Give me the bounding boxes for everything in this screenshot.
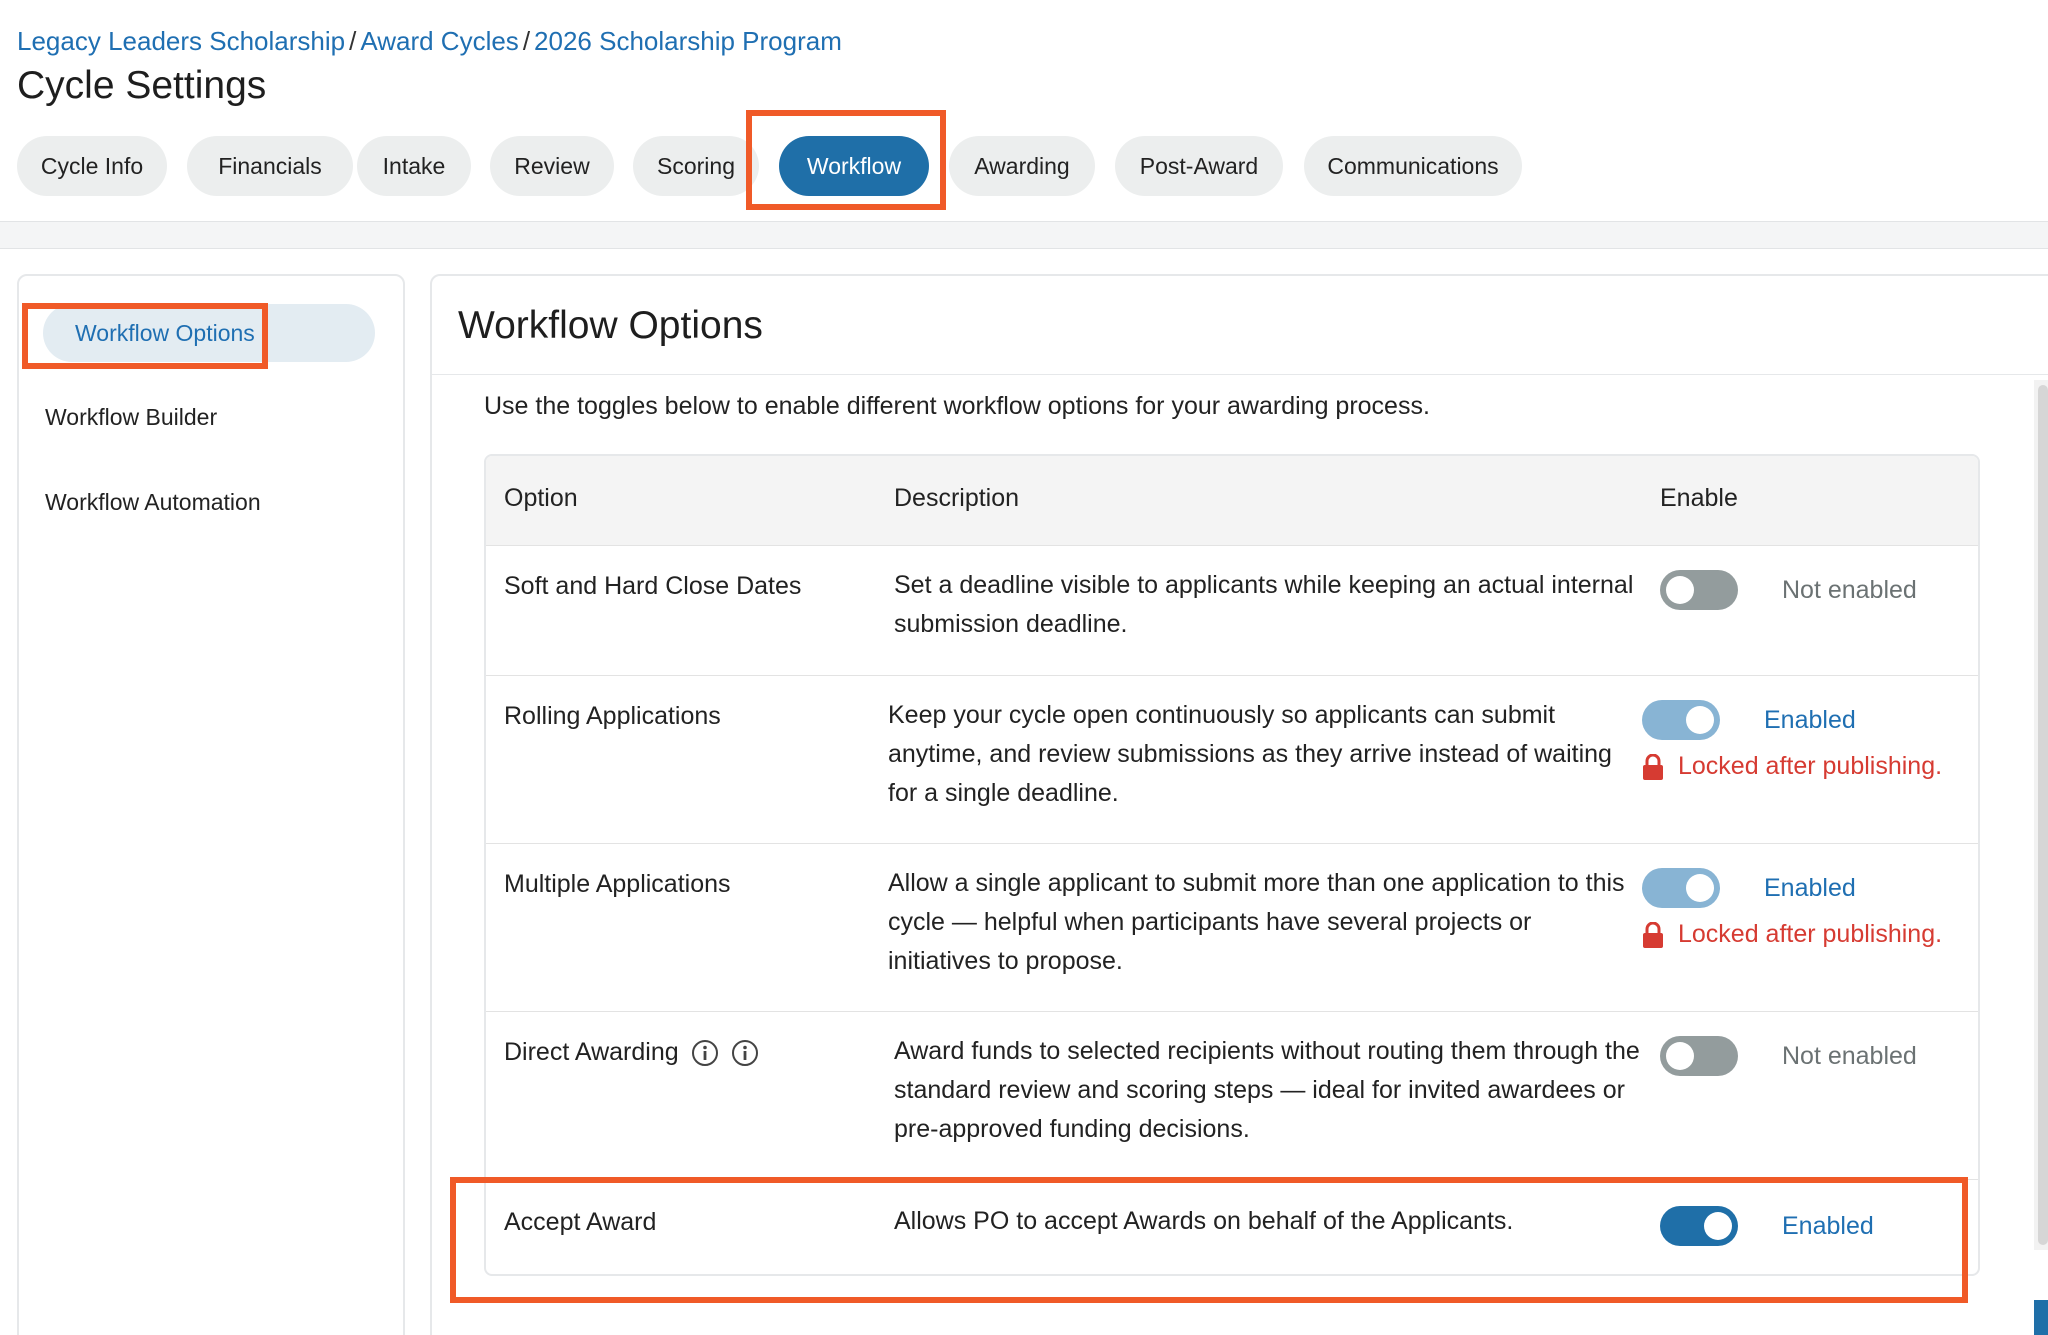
option-name: Direct Awarding: [504, 1038, 759, 1067]
option-name: Accept Award: [504, 1208, 657, 1236]
info-icon[interactable]: [731, 1039, 759, 1067]
option-name: Soft and Hard Close Dates: [504, 572, 802, 600]
tab-intake[interactable]: Intake: [357, 136, 471, 196]
option-name-text: Direct Awarding: [504, 1038, 679, 1066]
table-row: Rolling Applications Keep your cycle ope…: [486, 676, 1978, 844]
locked-note-text: Locked after publishing.: [1678, 920, 1943, 948]
toggle-knob: [1666, 1042, 1694, 1070]
scrollbar-thumb[interactable]: [2038, 385, 2048, 1245]
column-header-description: Description: [894, 484, 1020, 512]
status-label: Not enabled: [1782, 1042, 1917, 1070]
option-description: Set a deadline visible to applicants whi…: [894, 571, 1634, 638]
tab-post-award[interactable]: Post-Award: [1115, 136, 1283, 196]
breadcrumb-link-program[interactable]: Legacy Leaders Scholarship: [17, 26, 345, 56]
toggle-knob: [1686, 706, 1714, 734]
toggle-knob: [1704, 1212, 1732, 1240]
option-name: Rolling Applications: [504, 702, 721, 730]
sidebar-item-workflow-options[interactable]: Workflow Options: [43, 304, 375, 362]
toggle-accept-award[interactable]: [1660, 1206, 1738, 1246]
header-divider: [0, 221, 2048, 249]
option-description: Keep your cycle open continuously so app…: [888, 701, 1612, 807]
workflow-sidebar: Workflow Options Workflow Builder Workfl…: [17, 274, 405, 1335]
option-description: Allows PO to accept Awards on behalf of …: [894, 1207, 1514, 1235]
lock-icon: [1643, 753, 1663, 780]
toggle-direct-awarding[interactable]: [1660, 1036, 1738, 1076]
panel-title: Workflow Options: [458, 304, 763, 347]
breadcrumb-separator: /: [522, 26, 531, 56]
tab-cycle-info[interactable]: Cycle Info: [17, 136, 167, 196]
tab-workflow[interactable]: Workflow: [779, 136, 929, 196]
status-label: Enabled: [1764, 706, 1856, 734]
column-header-enable: Enable: [1660, 484, 1738, 512]
toggle-knob: [1686, 874, 1714, 902]
help-button[interactable]: [2034, 1300, 2048, 1335]
tab-communications[interactable]: Communications: [1304, 136, 1522, 196]
page-title: Cycle Settings: [17, 64, 267, 107]
table-row: Soft and Hard Close Dates Set a deadline…: [486, 546, 1978, 676]
toggle-multiple-applications[interactable]: [1642, 868, 1720, 908]
status-label: Not enabled: [1782, 576, 1917, 604]
locked-note: Locked after publishing.: [1642, 752, 1942, 781]
panel-divider: [432, 374, 2048, 375]
toggle-knob: [1666, 576, 1694, 604]
tab-review[interactable]: Review: [490, 136, 614, 196]
workflow-options-table: Option Description Enable Soft and Hard …: [484, 454, 1980, 1276]
status-label: Enabled: [1782, 1212, 1874, 1240]
sidebar-item-workflow-builder[interactable]: Workflow Builder: [45, 404, 217, 431]
tab-scoring[interactable]: Scoring: [633, 136, 759, 196]
tab-financials[interactable]: Financials: [187, 136, 353, 196]
table-row: Multiple Applications Allow a single app…: [486, 844, 1978, 1012]
breadcrumb-link-cycle[interactable]: 2026 Scholarship Program: [534, 26, 842, 56]
breadcrumb-link-award-cycles[interactable]: Award Cycles: [360, 26, 518, 56]
breadcrumb: Legacy Leaders Scholarship / Award Cycles /…: [17, 26, 842, 57]
table-row: Accept Award Allows PO to accept Awards …: [486, 1180, 1978, 1274]
lock-icon: [1643, 921, 1663, 948]
locked-note-text: Locked after publishing.: [1678, 752, 1943, 780]
locked-note: Locked after publishing.: [1642, 920, 1942, 949]
option-description: Allow a single applicant to submit more …: [888, 869, 1625, 975]
table-row: Direct Awarding Award funds to selected …: [486, 1012, 1978, 1180]
option-name: Multiple Applications: [504, 870, 731, 898]
table-header: Option Description Enable: [486, 456, 1978, 546]
workflow-options-panel: Workflow Options Use the toggles below t…: [430, 274, 2048, 1335]
panel-intro: Use the toggles below to enable differen…: [484, 392, 1430, 420]
tab-awarding[interactable]: Awarding: [949, 136, 1095, 196]
toggle-soft-hard-close-dates[interactable]: [1660, 570, 1738, 610]
column-header-option: Option: [504, 484, 578, 512]
option-description: Award funds to selected recipients witho…: [894, 1037, 1640, 1143]
status-label: Enabled: [1764, 874, 1856, 902]
toggle-rolling-applications[interactable]: [1642, 700, 1720, 740]
info-icon[interactable]: [691, 1039, 719, 1067]
breadcrumb-separator: /: [349, 26, 357, 56]
sidebar-item-workflow-automation[interactable]: Workflow Automation: [45, 489, 261, 516]
